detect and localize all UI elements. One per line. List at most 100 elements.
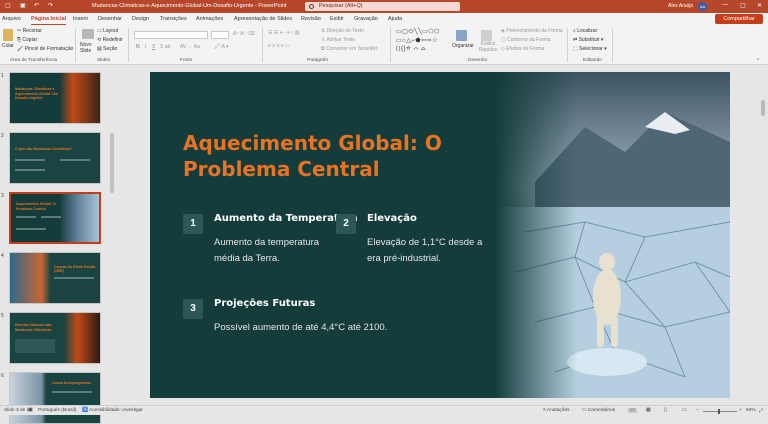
zoom-slider-thumb[interactable] (718, 409, 720, 414)
slide-canvas[interactable]: Aquecimento Global: O Problema Central 1… (150, 72, 730, 398)
tab-gravacao[interactable]: Gravação (354, 16, 378, 22)
divider (75, 28, 76, 62)
font-size-input[interactable] (211, 31, 229, 39)
find-button[interactable]: ⌕ Localizar (573, 28, 597, 34)
close-icon[interactable]: ✕ (757, 2, 762, 9)
reading-view-icon[interactable]: ▯ (664, 408, 667, 413)
item-body[interactable]: Aumento da temperatura média da Terra. (214, 235, 334, 266)
thumb-text-line (15, 169, 45, 171)
font-grow-icon[interactable]: A⁺ A⁻ ⌫ (233, 31, 255, 37)
slide-thumbnail[interactable]: Mudanças Climáticas e Aquecimento Global… (9, 72, 101, 124)
thumb-text-line (52, 391, 92, 393)
new-slide-button[interactable]: Novo Slide (80, 42, 94, 54)
tab-design[interactable]: Design (132, 16, 149, 22)
thumb-number: 4 (1, 253, 4, 259)
paste-icon[interactable] (3, 29, 13, 41)
text-direction-button[interactable]: ⇅ Direção do Texto (321, 28, 364, 34)
slide-thumbnail[interactable]: Eventos Naturais das Mudanças Climáticas (9, 312, 101, 364)
tab-animacoes[interactable]: Animações (196, 16, 223, 22)
tab-ajuda[interactable]: Ajuda (388, 16, 402, 22)
tab-inserir[interactable]: Inserir (73, 16, 88, 22)
arrange-icon[interactable] (456, 30, 467, 41)
arrange-button[interactable]: Organizar (452, 43, 474, 49)
slide-sorter-icon[interactable]: ▦ (646, 408, 651, 413)
share-button[interactable]: Compartilhar (715, 14, 763, 24)
shapes-gallery[interactable]: ▭▢⬭╲╲▭⬠⬡ (396, 28, 440, 36)
divider (128, 28, 129, 62)
quick-styles-icon[interactable] (481, 30, 492, 41)
zoom-in-icon[interactable]: + (739, 408, 742, 413)
minimize-icon[interactable]: — (722, 2, 728, 8)
slide-thumbnail[interactable]: O que são Mudanças Climáticas? (9, 132, 101, 184)
spacing-icon[interactable]: AV ⇔ Aa (180, 44, 200, 50)
tab-apresentacao[interactable]: Apresentação de Slides (234, 16, 292, 22)
item-number-badge: 2 (336, 214, 356, 234)
tab-exibir[interactable]: Exibir (330, 16, 344, 22)
item-heading[interactable]: Elevação (367, 213, 417, 224)
user-name[interactable]: Alex Araújo (668, 3, 693, 9)
zoom-out-icon[interactable]: − (696, 408, 699, 413)
copy-button[interactable]: ⎘ Copiar (17, 37, 37, 43)
align-icons[interactable]: ≡ ≡ ≡ ≡ ▭ (268, 43, 290, 49)
spellcheck-icon[interactable]: ▣ (28, 408, 33, 413)
maximize-icon[interactable]: ▢ (740, 2, 746, 9)
language-status[interactable]: Português (Brasil) (38, 408, 76, 413)
tab-pagina-inicial[interactable]: Página Inicial (31, 16, 67, 25)
format-painter-button[interactable]: 🖌 Pincel de Formatação (17, 46, 73, 52)
replace-button[interactable]: ⇄ Substituir ▾ (573, 37, 603, 43)
paste-button[interactable]: Colar (2, 43, 14, 49)
zoom-slider[interactable] (703, 411, 737, 412)
slide-thumbnail[interactable]: Causas do Efeito Estufa (GEE) (9, 252, 101, 304)
select-button[interactable]: ⬚ Selecionar ▾ (573, 46, 607, 52)
save-icon[interactable]: ▣ (20, 2, 26, 9)
thumbnail-scrollbar[interactable] (110, 133, 114, 193)
shapes-gallery-row2[interactable]: ▭○△⌐⬟⇦⇨☆ (396, 37, 438, 44)
slide-thumbnail[interactable]: Causa Antropogênicas (9, 372, 101, 424)
editor-scrollbar[interactable] (761, 100, 765, 116)
shape-fill-button[interactable]: ◈ Preenchimento da Forma (501, 28, 563, 34)
shapes-gallery-row3[interactable]: ⟮⟯{}☆ ⌒ ⌓ (396, 46, 426, 53)
reset-button[interactable]: ⟲ Redefinir (97, 37, 123, 43)
shape-outline-button[interactable]: ▢ Contorno da Forma (501, 37, 550, 43)
slide-thumbnail-selected[interactable]: Aquecimento Global: O Problema Central (9, 192, 101, 244)
comments-button[interactable]: ▭ Comentários (582, 408, 615, 413)
tab-revisao[interactable]: Revisão (301, 16, 321, 22)
tab-arquivo[interactable]: Arquivo (2, 16, 21, 22)
font-name-input[interactable] (134, 31, 208, 39)
fit-slide-icon[interactable]: ⤢ (759, 408, 763, 414)
smartart-button[interactable]: ⧉ Converter em SmartArt (321, 46, 377, 52)
search-box[interactable]: Pesquisar (Alt+Q) (305, 2, 460, 11)
italic-icon[interactable]: I (145, 44, 146, 50)
item-body[interactable]: Elevação de 1,1°C desde a era pré-indust… (367, 235, 487, 266)
divider (390, 28, 391, 62)
section-button[interactable]: ▤ Seção (97, 46, 117, 52)
slide-title[interactable]: Aquecimento Global: O Problema Central (183, 130, 513, 182)
autosave-icon[interactable]: ▢ (5, 2, 11, 9)
accessibility-status[interactable]: ♿ Acessibilidade: investigar (82, 408, 143, 413)
list-icons[interactable]: ☰ ☰ ⇤ ⇥ ↕ ▥ (268, 30, 300, 36)
tab-desenhar[interactable]: Desenhar (98, 16, 122, 22)
new-slide-icon[interactable] (82, 29, 94, 39)
align-text-button[interactable]: ⇳ Alinhar Texto (321, 37, 355, 43)
slideshow-icon[interactable]: ▭ (682, 408, 687, 413)
tab-transicoes[interactable]: Transições (160, 16, 187, 22)
font-color-icon[interactable]: 🖍 A ▾ (214, 44, 228, 50)
zoom-level[interactable]: 94% (746, 408, 756, 413)
undo-icon[interactable]: ↶ (34, 2, 39, 9)
item-heading[interactable]: Projeções Futuras (214, 298, 315, 309)
underline-icon[interactable]: S (152, 44, 155, 50)
thumb-number: 3 (1, 193, 4, 199)
cut-button[interactable]: ✂ Recortar (17, 28, 42, 34)
quick-styles-button[interactable]: Estilos Rápidos (477, 41, 499, 53)
avatar[interactable]: AA (698, 2, 707, 11)
notes-button[interactable]: ≡ Anotações (543, 408, 570, 413)
shape-effects-button[interactable]: ◇ Efeitos de Forma (501, 46, 544, 52)
layout-button[interactable]: ▭ Layout (97, 28, 118, 34)
bold-icon[interactable]: N (136, 44, 140, 50)
collapse-ribbon-icon[interactable]: ⌃ (756, 58, 760, 64)
item-body[interactable]: Possível aumento de até 4,4°C até 2100. (214, 320, 474, 336)
redo-icon[interactable]: ↷ (48, 2, 53, 9)
thumb-text-line (60, 159, 90, 161)
normal-view-icon[interactable]: ▭ (628, 408, 637, 413)
strikethrough-icon[interactable]: S ab (160, 44, 170, 50)
